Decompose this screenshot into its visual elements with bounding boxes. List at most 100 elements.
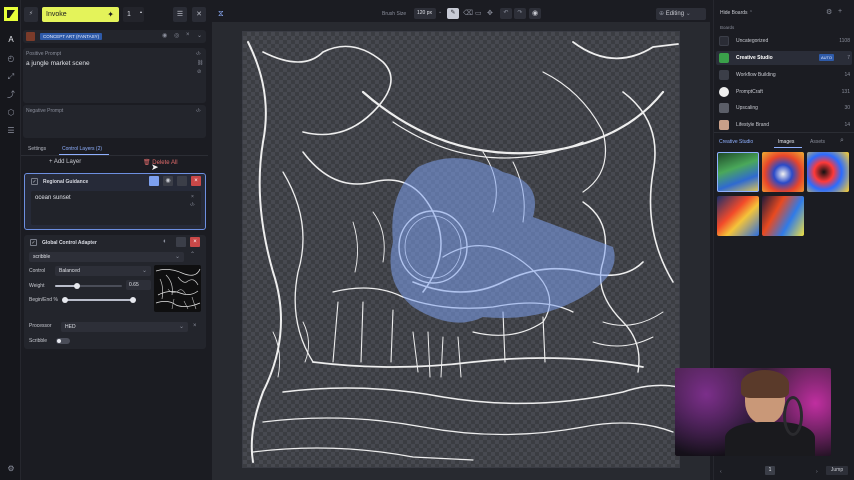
board-thumbnail [719, 36, 729, 46]
contrast-icon[interactable]: ◐ [163, 238, 167, 245]
chevron-down-icon[interactable]: ⌄ [197, 32, 202, 39]
delete-layer-icon[interactable]: × [191, 176, 201, 186]
prev-page-icon[interactable]: ‹ [720, 469, 722, 475]
webcam-headphones [783, 396, 803, 436]
board-row[interactable]: PromptCraft 131 [716, 85, 852, 99]
queue-menu-icon[interactable]: ☰ [173, 7, 187, 22]
control-mode-select[interactable]: Balanced ⌄ [55, 266, 151, 276]
page-number-button[interactable]: 1 [765, 466, 775, 475]
queue-icon[interactable]: ☰ [6, 126, 16, 136]
board-name: Upscaling [736, 105, 758, 111]
tab-assets[interactable]: Assets [810, 139, 825, 145]
brush-tool-icon[interactable]: ✎ [447, 8, 459, 19]
eye-icon[interactable]: ◉ [163, 176, 173, 186]
scribble-preview-image [155, 268, 201, 310]
canvas-icon[interactable]: ⤢ [6, 72, 16, 82]
regional-guidance-layer[interactable]: ✓ Regional Guidance ◉ × ocean sunset × ‹… [24, 173, 206, 230]
positive-prompt-box[interactable]: Positive Prompt a jungle market scene ‹/… [23, 48, 206, 103]
add-layer-button[interactable]: + Add Layer [49, 159, 81, 165]
embedding-icon[interactable]: ‹/› [196, 51, 201, 57]
begin-slider-thumb[interactable] [62, 297, 68, 303]
tab-settings[interactable]: Settings [28, 146, 46, 152]
weight-input[interactable]: 0.65 [126, 280, 151, 290]
layer-visible-checkbox[interactable]: ✓ [30, 239, 37, 246]
control-model-select[interactable]: scribble ⌄ [29, 252, 184, 262]
gallery-image[interactable] [762, 152, 804, 192]
iterations-input[interactable]: 1 ▴▾ [123, 7, 144, 29]
close-icon[interactable]: × [191, 194, 194, 200]
board-name: Creative Studio [736, 55, 773, 61]
brush-size-chevron-icon[interactable]: ⌄ [438, 9, 442, 15]
delete-all-button[interactable]: 🗑 Delete All [143, 159, 178, 166]
weight-slider-track[interactable] [55, 283, 122, 289]
drawing-canvas[interactable] [242, 31, 680, 468]
eraser-tool-icon[interactable]: ⌫ [463, 9, 473, 17]
delete-layer-icon[interactable]: × [190, 237, 200, 247]
lightning-icon[interactable]: ⚡ [24, 7, 38, 22]
rect-tool-icon[interactable]: ▭ [475, 9, 482, 17]
regional-prompt-input[interactable]: ocean sunset × ‹/› [31, 191, 201, 225]
move-tool-icon[interactable]: ✥ [487, 9, 493, 17]
add-board-icon[interactable]: + [838, 8, 842, 15]
close-icon[interactable]: × [186, 32, 190, 38]
processor-value: HED [65, 324, 76, 330]
style-preset-row[interactable]: CONCEPT ART (FANTASY) ◉ ◎ × ⌄ [23, 30, 206, 43]
tab-images[interactable]: Images [778, 139, 794, 145]
begin-end-slider[interactable] [62, 297, 136, 303]
redo-icon[interactable]: ↷ [514, 8, 526, 19]
eye-slash-icon[interactable]: ◎ [174, 32, 179, 39]
menu-icon[interactable] [177, 176, 187, 186]
mouse-cursor-icon: ➤ [151, 162, 159, 172]
gallery-image[interactable] [717, 196, 759, 236]
control-image-preview[interactable] [154, 265, 201, 312]
settings-gear-icon[interactable]: ⚙ [6, 464, 16, 474]
link-icon[interactable]: ⛓ [197, 60, 203, 66]
image-to-image-icon[interactable]: ◴ [6, 54, 16, 64]
end-slider-thumb[interactable] [130, 297, 136, 303]
board-row[interactable]: Upscaling 30 [716, 101, 852, 115]
chevron-up-icon[interactable]: ⌃ [190, 251, 195, 258]
gallery-image[interactable] [717, 152, 759, 192]
cancel-icon[interactable]: ✕ [192, 7, 206, 22]
board-row[interactable]: Workflow Building 14 [716, 68, 852, 82]
models-icon[interactable]: ⬡ [6, 108, 16, 118]
reset-view-icon[interactable]: ◉ [529, 8, 541, 19]
invoke-button[interactable]: Invoke ✦ [42, 7, 119, 22]
tab-control-layers[interactable]: Control Layers (2) [62, 146, 102, 152]
weight-slider-thumb[interactable] [74, 283, 81, 289]
workflows-icon[interactable]: ⤴ [6, 90, 16, 100]
search-icon[interactable]: ⌕ [840, 137, 844, 145]
board-row[interactable]: Uncategorized 1108 [716, 34, 852, 48]
boards-divider [714, 132, 854, 133]
lora-icon[interactable]: ⊘ [197, 69, 201, 75]
board-count: 14 [844, 72, 850, 78]
menu-icon[interactable] [176, 237, 186, 247]
gallery-image[interactable] [807, 152, 849, 192]
scribble-toggle[interactable] [56, 338, 70, 344]
chevron-down-icon: ⌄ [178, 324, 184, 330]
gear-icon[interactable]: ⚙ [826, 8, 832, 16]
next-page-icon[interactable]: › [816, 469, 818, 475]
canvas-toggle-icon[interactable]: ⧖ [218, 9, 224, 19]
board-row-selected[interactable]: Creative Studio AUTO 7 [716, 51, 852, 65]
board-row[interactable]: Lifestyle Brand 14 [716, 118, 852, 132]
undo-icon[interactable]: ↶ [500, 8, 512, 19]
positive-prompt-text[interactable]: a jungle market scene [26, 60, 90, 67]
invoke-label: Invoke [46, 11, 67, 18]
gallery-image[interactable] [762, 196, 804, 236]
mode-select[interactable]: ⊕ Editing ⌄ [656, 8, 706, 20]
negative-prompt-box[interactable]: Negative Prompt ‹/› [23, 105, 206, 138]
jump-button[interactable]: Jump [826, 466, 848, 475]
close-icon[interactable]: × [193, 323, 197, 329]
eye-icon[interactable]: ◉ [162, 32, 167, 39]
text-to-image-icon[interactable]: A [6, 35, 16, 45]
brush-size-input[interactable]: 120 px [414, 8, 436, 19]
embedding-icon[interactable]: ‹/› [190, 202, 195, 208]
processor-select[interactable]: HED ⌄ [61, 322, 188, 332]
embedding-icon[interactable]: ‹/› [196, 108, 201, 114]
board-count: 7 [847, 55, 850, 61]
weight-label: Weight [29, 283, 45, 289]
hide-boards-button[interactable]: Hide Boards ⌃ [720, 10, 753, 16]
color-swatch[interactable] [149, 176, 159, 186]
layer-visible-checkbox[interactable]: ✓ [31, 178, 38, 185]
